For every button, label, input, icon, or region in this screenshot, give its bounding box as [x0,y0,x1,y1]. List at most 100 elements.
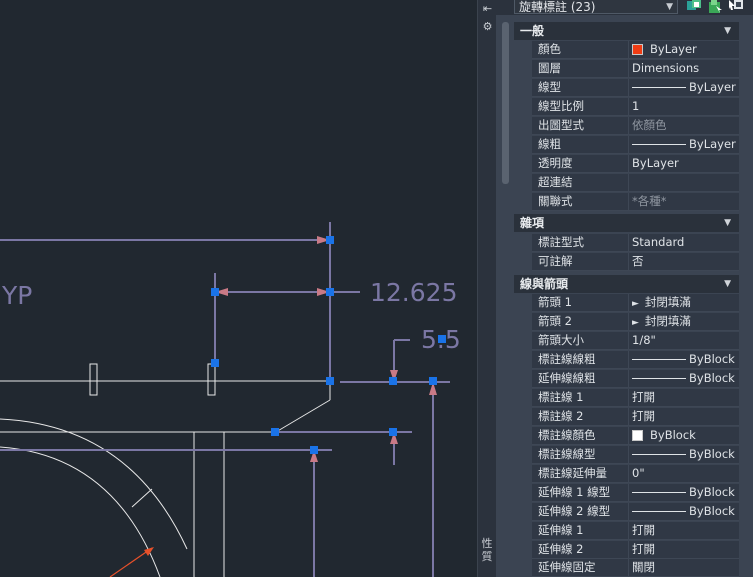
property-row-layer[interactable]: 圖層 Dimensions [532,60,739,78]
property-value[interactable]: 1/8" [628,332,739,349]
linetype-preview [632,87,686,88]
property-row-extline-2-linetype[interactable]: 延伸線 2 線型 ByBlock [532,503,739,521]
property-row-extline-1[interactable]: 延伸線 1 打開 [532,522,739,540]
linetype-preview [632,492,686,493]
property-value[interactable]: 打開 [628,389,739,406]
pickadd-toggle-icon[interactable] [686,0,702,14]
property-label: 延伸線固定 [538,560,596,574]
property-value[interactable]: 1 [628,98,739,115]
property-row-extline-1-linetype[interactable]: 延伸線 1 線型 ByBlock [532,484,739,502]
lineweight-preview [632,144,686,145]
property-value[interactable]: ByLayer [628,155,739,172]
property-row-dimline-extension[interactable]: 標註線延伸量 0" [532,465,739,483]
panel-scroll-grip[interactable] [502,22,509,184]
property-row-arrow-size[interactable]: 箭頭大小 1/8" [532,332,739,350]
property-value[interactable]: 關閉 [628,559,739,576]
property-label: 透明度 [538,156,573,170]
gear-icon[interactable]: ⚙ [482,21,493,32]
property-label: 可註解 [538,254,573,268]
property-value[interactable]: 打開 [628,408,739,425]
lineweight-preview [632,378,686,379]
linetype-preview [632,454,686,455]
section-lines-arrows-header[interactable]: 線與箭頭 ▼ [514,275,739,293]
quick-select-icon[interactable] [728,0,744,14]
dimension-text-12625[interactable]: 12.625 [370,280,457,305]
property-row-dimline-1[interactable]: 標註線 1 打開 [532,389,739,407]
property-value[interactable]: 否 [628,253,739,270]
property-value[interactable]: ByLayer [628,79,739,96]
drawing-canvas[interactable]: YP 12.625 5.5 [0,0,477,577]
linetype-preview [632,511,686,512]
property-row-associative[interactable]: 關聯式 *各種* [532,193,739,211]
property-row-extline-lineweight[interactable]: 延伸線線粗 ByBlock [532,370,739,388]
property-label: 線粗 [538,137,561,151]
property-value-text: ByBlock [689,485,735,499]
property-label: 標註線顏色 [538,428,596,442]
property-value: 依顏色 [628,117,739,134]
palette-title-bar[interactable]: ⇤ ⚙ 性質 [477,0,496,577]
property-row-extline-2[interactable]: 延伸線 2 打開 [532,541,739,559]
property-value: *各種* [628,193,739,210]
property-label: 箭頭大小 [538,333,584,347]
property-row-transparency[interactable]: 透明度 ByLayer [532,155,739,173]
close-icon[interactable]: ⇤ [482,3,493,14]
property-row-color[interactable]: 顏色 ByLayer [532,41,739,59]
dimension-text-55[interactable]: 5.5 [421,327,461,352]
property-label: 線型 [538,80,561,94]
property-value-text: ByLayer [689,137,736,151]
property-value-text: ByBlock [650,428,696,442]
property-value[interactable]: 打開 [628,541,739,558]
property-row-dimline-color[interactable]: 標註線顏色 ByBlock [532,427,739,445]
property-value[interactable]: Standard [628,234,739,251]
color-swatch [632,44,643,55]
property-value[interactable]: 打開 [628,522,739,539]
property-value[interactable]: ByBlock [628,484,739,501]
section-general-header[interactable]: 一般 ▼ [514,22,739,40]
property-value[interactable]: ByLayer [628,136,739,153]
property-label: 延伸線 1 線型 [538,485,611,499]
lineweight-preview [632,359,686,360]
property-label: 箭頭 2 [538,314,572,328]
property-row-linetype-scale[interactable]: 線型比例 1 [532,98,739,116]
property-value[interactable]: ► 封閉填滿 [628,313,739,330]
property-row-extline-fixed[interactable]: 延伸線固定 關閉 [532,559,739,577]
property-value[interactable]: Dimensions [628,60,739,77]
property-row-dim-style[interactable]: 標註型式 Standard [532,234,739,252]
object-type-dropdown[interactable]: 旋轉標註 (23) ▼ [514,0,678,14]
property-row-arrow-2[interactable]: 箭頭 2 ► 封閉填滿 [532,313,739,331]
property-label: 標註線 2 [538,409,584,423]
property-value[interactable]: ByBlock [628,503,739,520]
chevron-down-icon: ▼ [724,218,731,228]
property-label: 延伸線 2 線型 [538,504,611,518]
property-row-dimline-2[interactable]: 標註線 2 打開 [532,408,739,426]
property-value-text: 封閉填滿 [644,314,691,328]
property-row-linetype[interactable]: 線型 ByLayer [532,79,739,97]
property-label: 延伸線 2 [538,542,584,556]
property-value[interactable] [628,174,739,191]
select-objects-icon[interactable] [707,0,723,14]
property-value[interactable]: ByBlock [628,446,739,463]
property-row-dimline-lineweight[interactable]: 標註線線粗 ByBlock [532,351,739,369]
section-title: 一般 [520,24,545,38]
section-title: 線與箭頭 [520,277,569,291]
property-label: 線型比例 [538,99,584,113]
property-value-text: 封閉填滿 [644,295,691,309]
property-row-plot-style[interactable]: 出圖型式 依顏色 [532,117,739,135]
property-value[interactable]: 0" [628,465,739,482]
property-value[interactable]: ByBlock [628,351,739,368]
property-value-text: ByBlock [689,352,735,366]
property-label: 出圖型式 [538,118,584,132]
property-value-text: ByLayer [689,80,736,94]
property-row-annotative[interactable]: 可註解 否 [532,253,739,271]
property-value[interactable]: ByBlock [628,427,739,444]
property-row-dimline-linetype[interactable]: 標註線線型 ByBlock [532,446,739,464]
property-row-arrow-1[interactable]: 箭頭 1 ► 封閉填滿 [532,294,739,312]
property-value[interactable]: ByBlock [628,370,739,387]
color-swatch [632,430,643,441]
property-label: 關聯式 [538,194,573,208]
property-value[interactable]: ► 封閉填滿 [628,294,739,311]
section-misc-header[interactable]: 雜項 ▼ [514,214,739,232]
property-row-hyperlink[interactable]: 超連結 [532,174,739,192]
property-row-lineweight[interactable]: 線粗 ByLayer [532,136,739,154]
property-value[interactable]: ByLayer [628,41,739,58]
